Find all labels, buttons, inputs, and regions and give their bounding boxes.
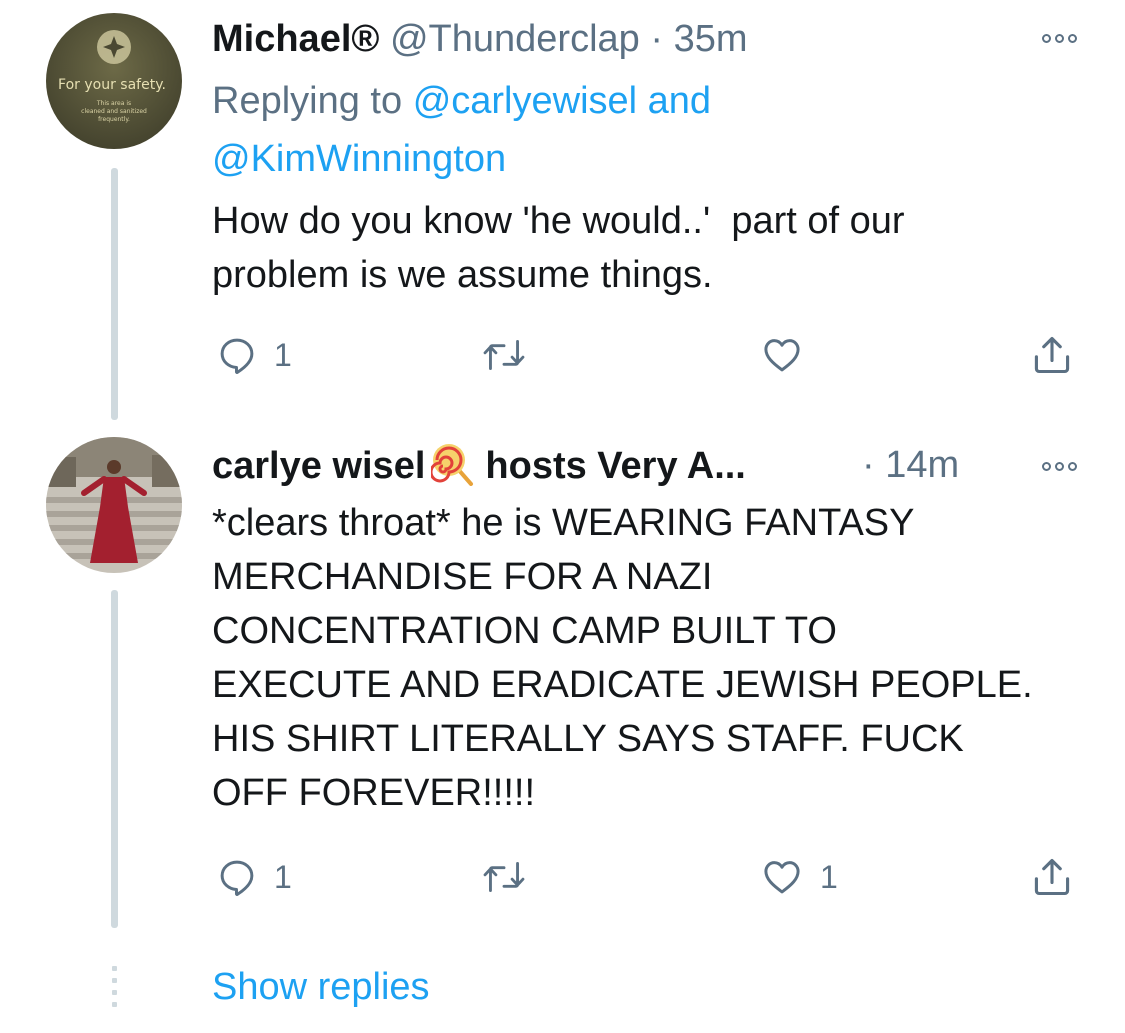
tweet-actions: 1	[212, 330, 1082, 380]
thread-line	[111, 590, 118, 928]
tweet-carlye[interactable]: carlye wisel hosts Very A... · 14m *clea…	[0, 420, 1125, 940]
share-icon	[1034, 858, 1070, 896]
thread-dots	[112, 966, 117, 1007]
replying-to: Replying to @carlyewisel and	[212, 72, 711, 130]
replying-and: and	[647, 80, 712, 122]
replying-prefix: Replying to	[212, 80, 403, 122]
tweet-text-line: HIS SHIRT LITERALLY SAYS STAFF. FUCK	[212, 718, 964, 760]
retweet-icon	[483, 862, 525, 892]
tweet-text: How do you know 'he would..' part of our…	[212, 194, 1092, 302]
like-button[interactable]	[760, 330, 804, 380]
tweet-text-line: EXECUTE AND ERADICATE JEWISH PEOPLE.	[212, 664, 1033, 706]
reply-icon	[220, 860, 254, 896]
show-replies-link[interactable]: Show replies	[212, 962, 430, 1012]
tweet-header: carlye wisel hosts Very A...	[212, 442, 746, 489]
thread-line	[111, 168, 118, 420]
tweet-text-line: OFF FOREVER!!!!!	[212, 772, 536, 814]
retweet-button[interactable]	[482, 852, 526, 902]
tweet-time[interactable]: 14m	[885, 444, 959, 486]
tweet-time-block: · 14m	[862, 442, 959, 488]
reply-count: 1	[274, 336, 292, 373]
share-icon	[1034, 336, 1070, 374]
more-icon[interactable]	[1042, 34, 1077, 43]
reply-mention-kimwinnington[interactable]: @KimWinnington	[212, 138, 506, 180]
tweet-text-line: problem is we assume things.	[212, 254, 713, 296]
retweet-icon	[483, 340, 525, 370]
retweet-button[interactable]	[482, 330, 526, 380]
reply-button[interactable]: 1	[216, 852, 292, 902]
svg-text:frequently.: frequently.	[98, 116, 130, 123]
svg-text:cleaned and sanitized: cleaned and sanitized	[81, 108, 147, 115]
avatar-caption: For your safety.	[58, 77, 166, 93]
share-button[interactable]	[1030, 852, 1074, 902]
tweet-text: *clears throat* he is WEARING FANTASY ME…	[212, 496, 1092, 820]
tweet-header: Michael® @Thunderclap · 35m	[212, 16, 747, 62]
avatar-carlye[interactable]	[46, 437, 182, 573]
avatar-image	[46, 437, 182, 573]
like-count: 1	[820, 858, 838, 895]
tweet-text-line: How do you know 'he would..' part of our	[212, 200, 905, 242]
avatar-michael[interactable]: For your safety. This area is cleaned an…	[46, 13, 182, 149]
like-icon	[764, 339, 800, 372]
reply-count: 1	[274, 858, 292, 895]
avatar-image: For your safety. This area is cleaned an…	[46, 13, 182, 149]
svg-text:This area is: This area is	[96, 100, 131, 107]
display-name[interactable]: carlye wisel	[212, 445, 425, 487]
reply-button[interactable]: 1	[216, 330, 292, 380]
display-name[interactable]: Michael®	[212, 18, 379, 60]
tweet-text-line: MERCHANDISE FOR A NAZI	[212, 556, 713, 598]
tweet-actions: 1 1	[212, 852, 1082, 902]
replying-to-line2: @KimWinnington	[212, 130, 506, 188]
tweet-text-line: CONCENTRATION CAMP BUILT TO	[212, 610, 837, 652]
tweet-michael[interactable]: For your safety. This area is cleaned an…	[0, 0, 1125, 420]
separator-dot: ·	[862, 444, 875, 486]
separator-dot: ·	[650, 18, 663, 60]
like-icon	[764, 861, 800, 894]
lollipop-emoji	[431, 444, 474, 486]
reply-icon	[220, 338, 254, 374]
reply-mention-carlyewisel[interactable]: @carlyewisel	[413, 80, 637, 122]
tweet-text-line: *clears throat* he is WEARING FANTASY	[212, 502, 915, 544]
more-icon[interactable]	[1042, 462, 1077, 471]
tweet-time[interactable]: 35m	[674, 18, 748, 60]
user-handle[interactable]: @Thunderclap	[390, 18, 640, 60]
display-name-suffix[interactable]: hosts Very A...	[485, 445, 745, 487]
share-button[interactable]	[1030, 330, 1074, 380]
like-button[interactable]: 1	[760, 852, 838, 902]
